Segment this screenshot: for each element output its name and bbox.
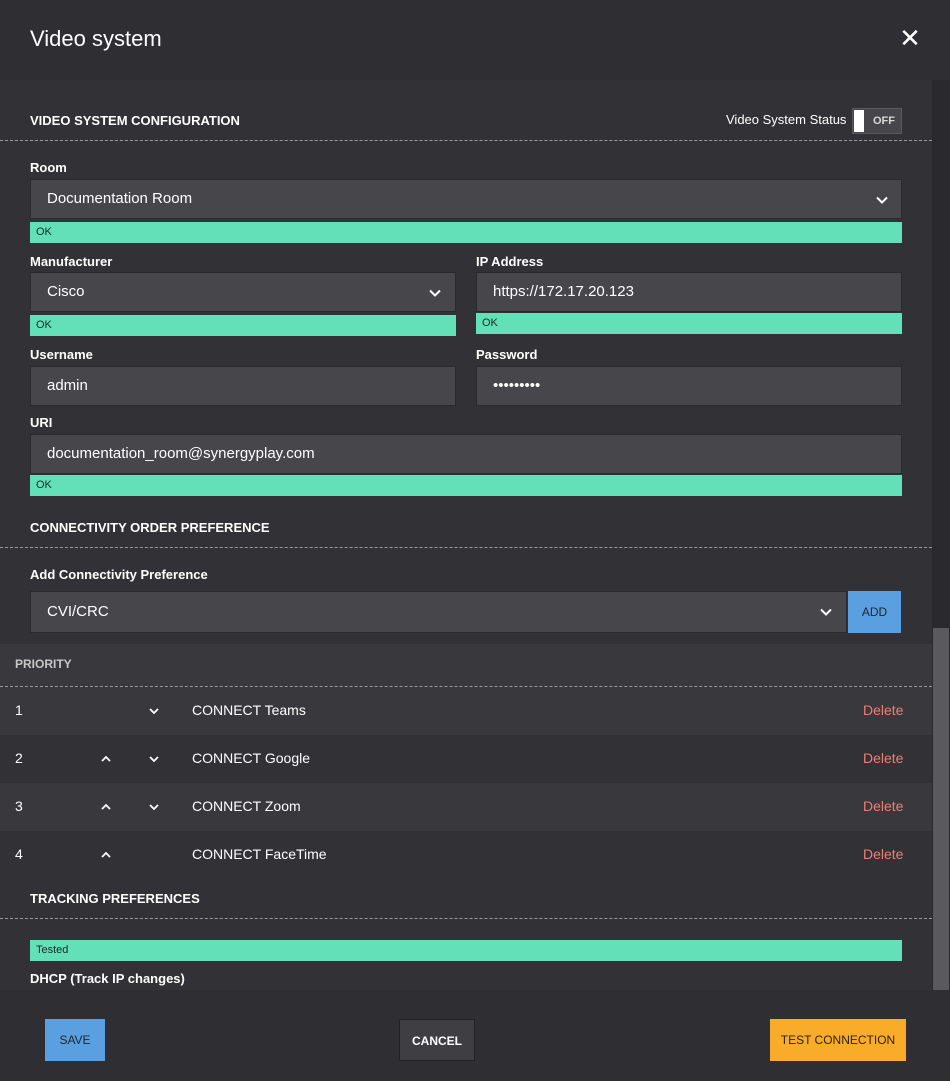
manufacturer-select[interactable]: Cisco — [30, 272, 456, 312]
ip-address-status: OK — [476, 313, 902, 334]
uri-label: URI — [30, 415, 53, 430]
priority-number: 4 — [15, 846, 23, 862]
dialog-header: Video system ✕ — [0, 0, 950, 80]
priority-number: 2 — [15, 750, 23, 766]
priority-number: 3 — [15, 798, 23, 814]
section-divider — [0, 140, 932, 141]
manufacturer-label: Manufacturer — [30, 254, 113, 269]
delete-link[interactable]: Delete — [863, 750, 903, 766]
add-connectivity-button[interactable]: ADD — [848, 591, 901, 633]
priority-name: CONNECT Google — [192, 750, 311, 766]
chevron-down-icon[interactable] — [147, 752, 161, 766]
username-label: Username — [30, 347, 93, 362]
section-title-tracking: TRACKING PREFERENCES — [30, 891, 200, 906]
priority-row: 1 CONNECT Teams Delete — [0, 687, 932, 735]
delete-link[interactable]: Delete — [863, 798, 903, 814]
priority-name: CONNECT Zoom — [192, 798, 301, 814]
priority-name: CONNECT FaceTime — [192, 846, 327, 862]
manufacturer-status: OK — [30, 315, 456, 336]
delete-link[interactable]: Delete — [863, 846, 903, 862]
test-connection-button[interactable]: TEST CONNECTION — [770, 1019, 906, 1061]
room-value: Documentation Room — [47, 190, 193, 207]
priority-name: CONNECT Teams — [192, 702, 306, 718]
close-icon[interactable]: ✕ — [896, 24, 924, 52]
delete-link[interactable]: Delete — [863, 702, 903, 718]
section-divider — [0, 547, 932, 548]
section-divider — [0, 918, 932, 919]
room-status: OK — [30, 222, 902, 243]
scrollbar-thumb[interactable] — [933, 628, 949, 990]
chevron-up-icon[interactable] — [99, 752, 113, 766]
room-select[interactable]: Documentation Room — [30, 179, 902, 219]
video-system-status-label: Video System Status — [726, 112, 847, 127]
chevron-up-icon[interactable] — [99, 800, 113, 814]
dhcp-label: DHCP (Track IP changes) — [30, 971, 185, 986]
ip-address-label: IP Address — [476, 254, 544, 269]
priority-row: 3 CONNECT Zoom Delete — [0, 783, 932, 831]
manufacturer-value: Cisco — [47, 283, 85, 300]
section-title-configuration: VIDEO SYSTEM CONFIGURATION — [30, 113, 240, 128]
priority-header: PRIORITY — [0, 644, 932, 686]
dialog-title: Video system — [30, 26, 162, 51]
username-input[interactable]: admin — [30, 366, 456, 406]
cancel-button[interactable]: CANCEL — [399, 1019, 475, 1061]
priority-row: 2 CONNECT Google Delete — [0, 735, 932, 783]
priority-row: 4 CONNECT FaceTime Delete — [0, 831, 932, 879]
save-button[interactable]: SAVE — [45, 1019, 105, 1061]
priority-number: 1 — [15, 702, 23, 718]
chevron-down-icon[interactable] — [147, 704, 161, 718]
tracking-status: Tested — [30, 940, 902, 961]
toggle-state: OFF — [873, 115, 895, 127]
uri-status: OK — [30, 475, 902, 496]
password-label: Password — [476, 347, 538, 362]
priority-header-label: PRIORITY — [15, 657, 72, 671]
room-label: Room — [30, 160, 67, 175]
password-input[interactable]: ••••••••• — [476, 366, 902, 406]
connectivity-value: CVI/CRC — [47, 603, 109, 620]
chevron-down-icon[interactable] — [147, 800, 161, 814]
chevron-down-icon — [876, 196, 888, 204]
add-connectivity-label: Add Connectivity Preference — [30, 567, 208, 582]
chevron-down-icon — [820, 608, 832, 616]
toggle-knob — [854, 110, 864, 132]
chevron-up-icon[interactable] — [99, 848, 113, 862]
ip-address-input[interactable]: https://172.17.20.123 — [476, 272, 902, 312]
chevron-down-icon — [429, 289, 441, 297]
video-system-status-toggle[interactable]: OFF — [852, 108, 902, 134]
connectivity-select[interactable]: CVI/CRC — [30, 591, 847, 633]
uri-input[interactable]: documentation_room@synergyplay.com — [30, 434, 902, 474]
section-title-connectivity: CONNECTIVITY ORDER PREFERENCE — [30, 520, 270, 535]
